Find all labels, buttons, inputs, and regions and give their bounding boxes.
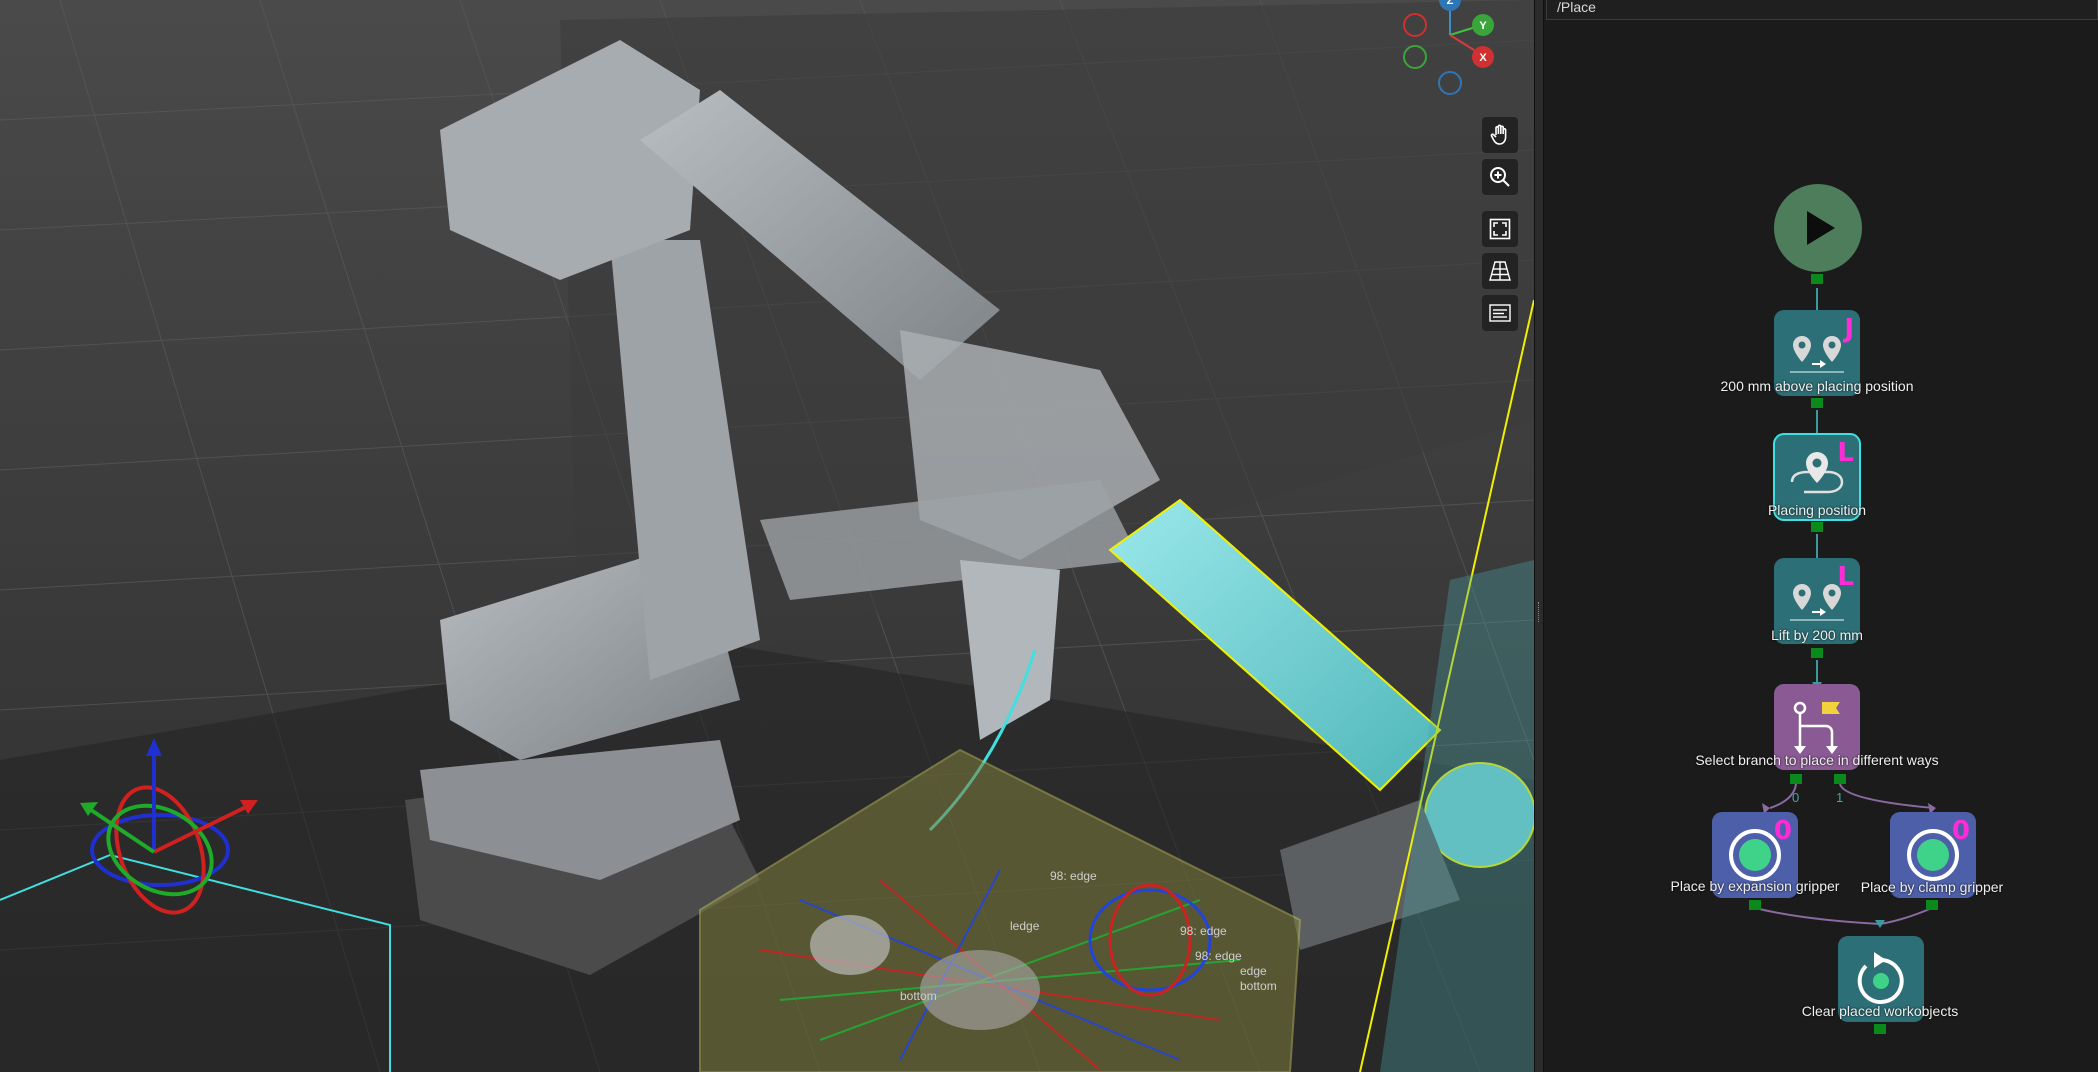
- grid-view-icon: [1489, 261, 1511, 281]
- label-list-button[interactable]: [1482, 295, 1518, 331]
- label-list-icon: [1489, 304, 1511, 322]
- y-axis-label: Y: [1479, 20, 1487, 32]
- output-port-0[interactable]: [1790, 774, 1802, 784]
- start-node[interactable]: [1774, 184, 1862, 272]
- signal-value-badge: 0: [1951, 816, 1970, 846]
- output-port[interactable]: [1874, 1024, 1886, 1034]
- pose-label: 98: edge: [1195, 949, 1242, 963]
- view-toolbar: [1482, 117, 1520, 331]
- scene-canvas[interactable]: 98: edge 98: edge ledge bottom 98: edge …: [0, 0, 1534, 1072]
- fit-view-button[interactable]: [1482, 211, 1518, 247]
- motion-type-badge: L: [1837, 562, 1854, 592]
- output-port[interactable]: [1926, 900, 1938, 910]
- pose-label: ledge: [1010, 919, 1040, 933]
- pose-label: 98: edge: [1180, 924, 1227, 938]
- branch-port-label: 1: [1836, 790, 1844, 805]
- pan-button[interactable]: [1482, 117, 1518, 153]
- motion-type-badge: J: [1844, 314, 1854, 344]
- output-port[interactable]: [1811, 398, 1823, 408]
- branch-port-label: 0: [1792, 790, 1800, 805]
- motion-type-badge: L: [1837, 438, 1854, 468]
- output-port[interactable]: [1749, 900, 1761, 910]
- z-axis-label: Z: [1447, 0, 1454, 7]
- splitter-grip: [1538, 602, 1540, 622]
- signal-value-badge: 0: [1773, 816, 1792, 846]
- play-icon: [1807, 211, 1835, 245]
- flow-editor[interactable]: J 200 mm above placing position L Placin…: [1544, 0, 2098, 1072]
- pose-label: edge: [1240, 964, 1267, 978]
- output-port[interactable]: [1811, 274, 1823, 284]
- flow-panel: /Place J 200 mm above placing position L…: [1544, 0, 2098, 1072]
- fit-view-icon: [1489, 218, 1511, 240]
- toolbar-separator: [1482, 201, 1520, 205]
- grid-view-button[interactable]: [1482, 253, 1518, 289]
- pose-label: 98: edge: [1050, 869, 1097, 883]
- node-label: Lift by 200 mm: [1771, 627, 1863, 643]
- output-port[interactable]: [1811, 648, 1823, 658]
- pose-label: bottom: [900, 989, 937, 1003]
- zoom-in-icon: [1490, 167, 1510, 187]
- zoom-in-button[interactable]: [1482, 159, 1518, 195]
- orientation-gizmo[interactable]: Z Y X: [1395, 0, 1515, 100]
- output-port[interactable]: [1811, 522, 1823, 532]
- node-label: Clear placed workobjects: [1801, 1003, 1959, 1019]
- node-label: Place by clamp gripper: [1860, 879, 2004, 895]
- 3d-viewport[interactable]: 98: edge 98: edge ledge bottom 98: edge …: [0, 0, 1534, 1072]
- node-label: Place by expansion gripper: [1670, 878, 1840, 894]
- pan-icon: [1490, 124, 1507, 145]
- node-label: Select branch to place in different ways: [1695, 752, 1939, 768]
- flow-connections: [1754, 288, 1936, 928]
- x-axis-label: X: [1479, 52, 1487, 64]
- pose-label: bottom: [1240, 979, 1277, 993]
- output-port-1[interactable]: [1834, 774, 1846, 784]
- node-label: Placing position: [1767, 502, 1867, 518]
- node-label: 200 mm above placing position: [1720, 378, 1914, 394]
- panel-splitter[interactable]: [1534, 0, 1544, 1072]
